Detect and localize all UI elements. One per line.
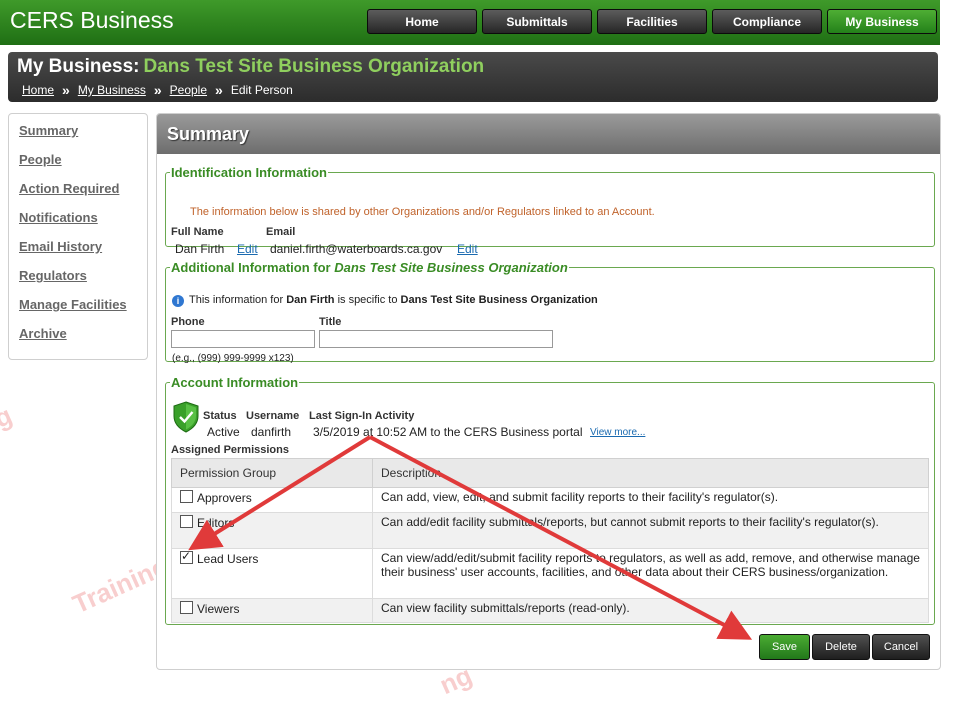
- status-label: Status: [203, 410, 237, 422]
- permission-description: Can view facility submittals/reports (re…: [372, 598, 929, 623]
- breadcrumb-home[interactable]: Home: [22, 83, 54, 97]
- last-signin-label: Last Sign-In Activity: [309, 410, 415, 422]
- sidebar-item-summary[interactable]: Summary: [19, 116, 147, 145]
- specific-info-name: Dan Firth: [286, 294, 335, 306]
- col-permission-group: Permission Group: [171, 458, 373, 488]
- page-title-org: Dans Test Site Business Organization: [143, 56, 485, 77]
- sidebar-item-people[interactable]: People: [19, 145, 147, 174]
- sidebar-item-regulators[interactable]: Regulators: [19, 261, 147, 290]
- section-title: Summary: [157, 114, 940, 154]
- lead-users-checkbox[interactable]: [180, 549, 193, 564]
- table-row: Approvers Can add, view, edit, and submi…: [171, 487, 929, 513]
- table-row: Lead Users Can view/add/edit/submit faci…: [171, 548, 929, 599]
- full-name-label: Full Name: [171, 226, 224, 238]
- title-input[interactable]: [319, 330, 553, 348]
- specific-info-text-1: This information for: [189, 294, 284, 306]
- email-value: daniel.firth@waterboards.ca.gov: [270, 242, 443, 256]
- permission-group-cell: Editors: [171, 512, 373, 549]
- breadcrumb-my-business[interactable]: My Business: [78, 83, 146, 97]
- view-more-link[interactable]: View more...: [590, 427, 645, 438]
- specific-info-text: This information for Dan Firth is specif…: [189, 294, 598, 306]
- shared-info-notice: The information below is shared by other…: [190, 206, 655, 218]
- breadcrumb-separator: »: [215, 82, 223, 98]
- main-nav: Home Submittals Facilities Compliance My…: [367, 9, 937, 34]
- account-info-section: Account Information Status Active Userna…: [165, 375, 935, 625]
- top-bar: CERS Business Home Submittals Facilities…: [0, 0, 940, 45]
- breadcrumb-current: Edit Person: [230, 83, 293, 97]
- permissions-header-row: Permission Group Description: [171, 458, 929, 488]
- permissions-table: Permission Group Description Approvers C…: [171, 458, 929, 623]
- permission-group-cell: Viewers: [171, 598, 373, 623]
- username-value: danfirth: [251, 425, 292, 439]
- sidebar: Summary People Action Required Notificat…: [8, 113, 148, 360]
- breadcrumb-people[interactable]: People: [170, 83, 207, 97]
- permission-group-name: Approvers: [197, 491, 252, 505]
- main-panel: Summary Identification Information The i…: [156, 113, 941, 670]
- edit-email-link[interactable]: Edit: [457, 242, 478, 256]
- sidebar-item-action-required[interactable]: Action Required: [19, 174, 147, 203]
- email-label: Email: [266, 226, 296, 238]
- nav-facilities[interactable]: Facilities: [597, 9, 707, 34]
- specific-info-text-2: is specific to: [337, 294, 398, 306]
- full-name-value: Dan Firth: [175, 242, 225, 256]
- specific-info-org: Dans Test Site Business Organization: [400, 294, 598, 306]
- additional-info-legend-prefix: Additional Information for: [171, 260, 331, 275]
- page-header: My Business: Dans Test Site Business Orga…: [8, 52, 938, 102]
- identification-section: Identification Information The informati…: [165, 165, 935, 256]
- permission-group-name: Viewers: [197, 602, 240, 616]
- title-label: Title: [319, 316, 342, 328]
- permission-group-cell: Lead Users: [171, 548, 373, 599]
- assigned-permissions-label: Assigned Permissions: [171, 444, 289, 456]
- page-title-prefix: My Business:: [17, 56, 140, 77]
- shield-check-icon: [173, 401, 199, 433]
- permission-description: Can view/add/edit/submit facility report…: [372, 548, 929, 599]
- last-signin-value: 3/5/2019 at 10:52 AM to the CERS Busines…: [313, 425, 583, 439]
- nav-my-business[interactable]: My Business: [827, 9, 937, 34]
- nav-submittals[interactable]: Submittals: [482, 9, 592, 34]
- status-value: Active: [207, 425, 240, 439]
- sidebar-item-notifications[interactable]: Notifications: [19, 203, 147, 232]
- viewers-checkbox[interactable]: [180, 601, 193, 614]
- editors-checkbox[interactable]: [180, 515, 193, 528]
- watermark: ng: [0, 399, 17, 441]
- cancel-button[interactable]: Cancel: [872, 634, 930, 660]
- sidebar-item-email-history[interactable]: Email History: [19, 232, 147, 261]
- permission-description: Can add, view, edit, and submit facility…: [372, 487, 929, 513]
- additional-info-legend: Additional Information for Dans Test Sit…: [170, 260, 569, 275]
- col-description: Description: [372, 458, 929, 488]
- permission-group-cell: Approvers: [171, 487, 373, 513]
- sidebar-item-manage-facilities[interactable]: Manage Facilities: [19, 290, 147, 319]
- table-row: Viewers Can view facility submittals/rep…: [171, 598, 929, 623]
- identification-legend: Identification Information: [171, 165, 327, 180]
- permission-group-name: Editors: [197, 516, 235, 530]
- info-icon: i: [172, 295, 184, 307]
- phone-label: Phone: [171, 316, 205, 328]
- app-brand[interactable]: CERS Business: [10, 7, 174, 34]
- breadcrumb: Home » My Business » People » Edit Perso…: [22, 82, 293, 98]
- additional-info-section: Additional Information for Dans Test Sit…: [165, 260, 935, 364]
- save-button[interactable]: Save: [759, 634, 810, 660]
- nav-compliance[interactable]: Compliance: [712, 9, 822, 34]
- nav-home[interactable]: Home: [367, 9, 477, 34]
- phone-input[interactable]: [171, 330, 315, 348]
- phone-format-hint: (e.g., (999) 999-9999 x123): [172, 353, 294, 364]
- edit-name-link[interactable]: Edit: [237, 242, 258, 256]
- sidebar-item-archive[interactable]: Archive: [19, 319, 147, 348]
- breadcrumb-separator: »: [62, 82, 70, 98]
- page-title: My Business: Dans Test Site Business Orga…: [17, 56, 484, 78]
- username-label: Username: [246, 410, 300, 422]
- account-info-legend: Account Information: [171, 375, 299, 390]
- permission-description: Can add/edit facility submittals/reports…: [372, 512, 929, 549]
- approvers-checkbox[interactable]: [180, 490, 193, 503]
- additional-info-legend-org: Dans Test Site Business Organization: [334, 260, 568, 275]
- delete-button[interactable]: Delete: [812, 634, 870, 660]
- breadcrumb-separator: »: [153, 82, 162, 98]
- permission-group-name: Lead Users: [197, 552, 259, 566]
- table-row: Editors Can add/edit facility submittals…: [171, 512, 929, 549]
